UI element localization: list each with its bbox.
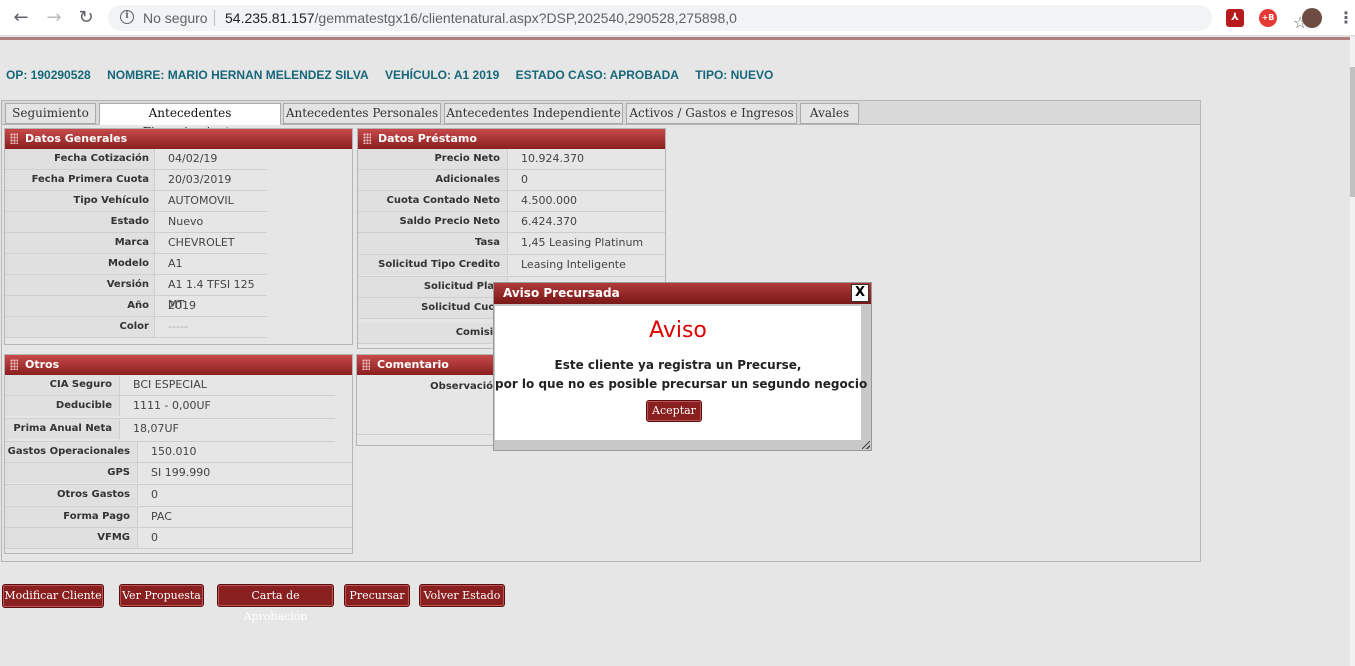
case-summary: OP: 190290528 NOMBRE: MARIO HERNAN MELEN…: [6, 68, 786, 82]
table-row: Versión A1 1.4 TFSI 125 MT: [5, 275, 267, 311]
datos-prestamo-header: Datos Préstamo: [358, 129, 665, 149]
table-row: Marca CHEVROLET: [5, 233, 267, 254]
browser-toolbar: ← → ↻ i No seguro 54.235.81.157/gemmates…: [0, 0, 1355, 36]
tab-avales[interactable]: Avales: [800, 103, 859, 124]
address-bar[interactable]: i No seguro 54.235.81.157/gemmatestgx16/…: [108, 5, 1307, 32]
table-row: Otros Gastos 0: [5, 485, 352, 507]
dialog-heading: Aviso: [649, 318, 707, 343]
resize-grip-icon[interactable]: [862, 441, 870, 449]
comentario-header: Comentario: [357, 355, 495, 375]
dialog-title: Aviso Precursada: [494, 283, 871, 304]
url-text[interactable]: 54.235.81.157/gemmatestgx16/clientenatur…: [225, 10, 737, 26]
vertical-scrollbar[interactable]: [1350, 37, 1355, 666]
precursar-button[interactable]: Precursar: [344, 584, 410, 607]
table-row: Estado Nuevo: [5, 212, 267, 233]
tab-antecedentes-independiente[interactable]: Antecedentes Independiente: [444, 103, 623, 124]
tab-antecedentes-personales[interactable]: Antecedentes Personales: [283, 103, 441, 124]
otros-panel: Otros CIA Seguro BCI ESPECIAL Deducible 11…: [4, 354, 353, 554]
table-row: GPS SI 199.990: [5, 463, 352, 485]
comentario-rows: Observació: [357, 375, 495, 435]
otros-header: Otros: [5, 355, 352, 375]
modificar-cliente-button[interactable]: Modificar Cliente: [2, 584, 104, 608]
observacion-label: Observació: [430, 381, 493, 392]
grip-icon: [362, 359, 370, 370]
case-status: ESTADO CASO: APROBADA: [515, 68, 679, 82]
reload-icon[interactable]: ↻: [75, 7, 97, 29]
aviso-precursada-dialog: Aviso Precursada X Aviso Este cliente ya…: [493, 282, 872, 451]
profile-avatar[interactable]: [1302, 8, 1322, 28]
tab-bar: Seguimiento Antecedentes Financiamiento …: [2, 101, 1200, 139]
table-row: Solicitud Tipo Credito Leasing Inteligent…: [358, 255, 665, 277]
table-row: CIA Seguro BCI ESPECIAL: [5, 375, 335, 396]
table-row: Cuota Contado Neto 4.500.000: [358, 191, 665, 212]
back-arrow-icon[interactable]: ←: [10, 7, 32, 29]
table-row: Saldo Precio Neto 6.424.370: [358, 212, 665, 233]
grip-icon: [10, 359, 18, 370]
omnibox-divider: [214, 10, 215, 26]
aceptar-button[interactable]: Aceptar: [646, 400, 702, 422]
scrollbar-thumb[interactable]: [1350, 67, 1355, 197]
table-row: Gastos Operacionales 150.010: [5, 442, 352, 463]
table-row: Prima Anual Neta 18,07UF: [5, 419, 335, 442]
translate-extension-icon[interactable]: +B: [1259, 9, 1277, 27]
tab-activos-gastos-ingresos[interactable]: Activos / Gastos e Ingresos: [626, 103, 797, 124]
forward-arrow-icon[interactable]: →: [43, 7, 65, 29]
carta-aprobacion-button[interactable]: Carta de Aprobación: [217, 584, 334, 623]
insecure-label: No seguro: [143, 10, 208, 26]
table-row: Precio Neto 10.924.370: [358, 149, 665, 170]
grip-icon: [10, 133, 18, 144]
table-row: Color -----: [5, 317, 267, 338]
table-row: Fecha Cotización 04/02/19: [5, 149, 267, 170]
table-row: Forma Pago PAC: [5, 507, 352, 528]
datos-generales-header: Datos Generales: [5, 129, 352, 149]
client-name: NOMBRE: MARIO HERNAN MELENDEZ SILVA: [107, 68, 369, 82]
dialog-message: Este cliente ya registra un Precurse, po…: [495, 358, 868, 391]
grip-icon: [363, 133, 371, 144]
table-row: Deducible 1111 - 0,00UF: [5, 396, 335, 419]
ver-propuesta-button[interactable]: Ver Propuesta: [119, 584, 204, 607]
volver-estado-button[interactable]: Volver Estado: [419, 584, 505, 607]
table-row: Fecha Primera Cuota 20/03/2019: [5, 170, 267, 191]
table-row: VFMG 0: [5, 528, 352, 549]
table-row: Adicionales 0: [358, 170, 665, 191]
pdf-extension-icon[interactable]: ⅄: [1226, 9, 1244, 27]
kebab-menu-icon[interactable]: ⋮: [1338, 8, 1354, 27]
tab-seguimiento[interactable]: Seguimiento: [5, 103, 96, 124]
table-row: Tipo Vehículo AUTOMOVIL: [5, 191, 267, 212]
case-type: TIPO: NUEVO: [695, 68, 774, 82]
tab-antecedentes-financiamiento[interactable]: Antecedentes Financiamiento: [99, 103, 281, 139]
datos-generales-rows: Fecha Cotización 04/02/19 Fecha Primera C…: [5, 149, 267, 338]
dialog-body: Aviso Este cliente ya registra un Precur…: [495, 306, 868, 440]
datos-generales-panel: Datos Generales Fecha Cotización 04/02/19…: [4, 128, 353, 345]
otros-rows: CIA Seguro BCI ESPECIAL Deducible 1111 - 0…: [5, 375, 352, 549]
close-icon[interactable]: X: [851, 284, 869, 302]
info-icon[interactable]: i: [120, 10, 134, 24]
table-row: Tasa 1,45 Leasing Platinum: [358, 233, 665, 255]
op-number: OP: 190290528: [6, 68, 91, 82]
comentario-panel: Comentario Observació: [356, 354, 496, 446]
vehicle: VEHÍCULO: A1 2019: [384, 68, 500, 82]
table-row: Año 2019: [5, 296, 267, 317]
table-row: Modelo A1: [5, 254, 267, 275]
page-top-border: [0, 37, 1350, 40]
